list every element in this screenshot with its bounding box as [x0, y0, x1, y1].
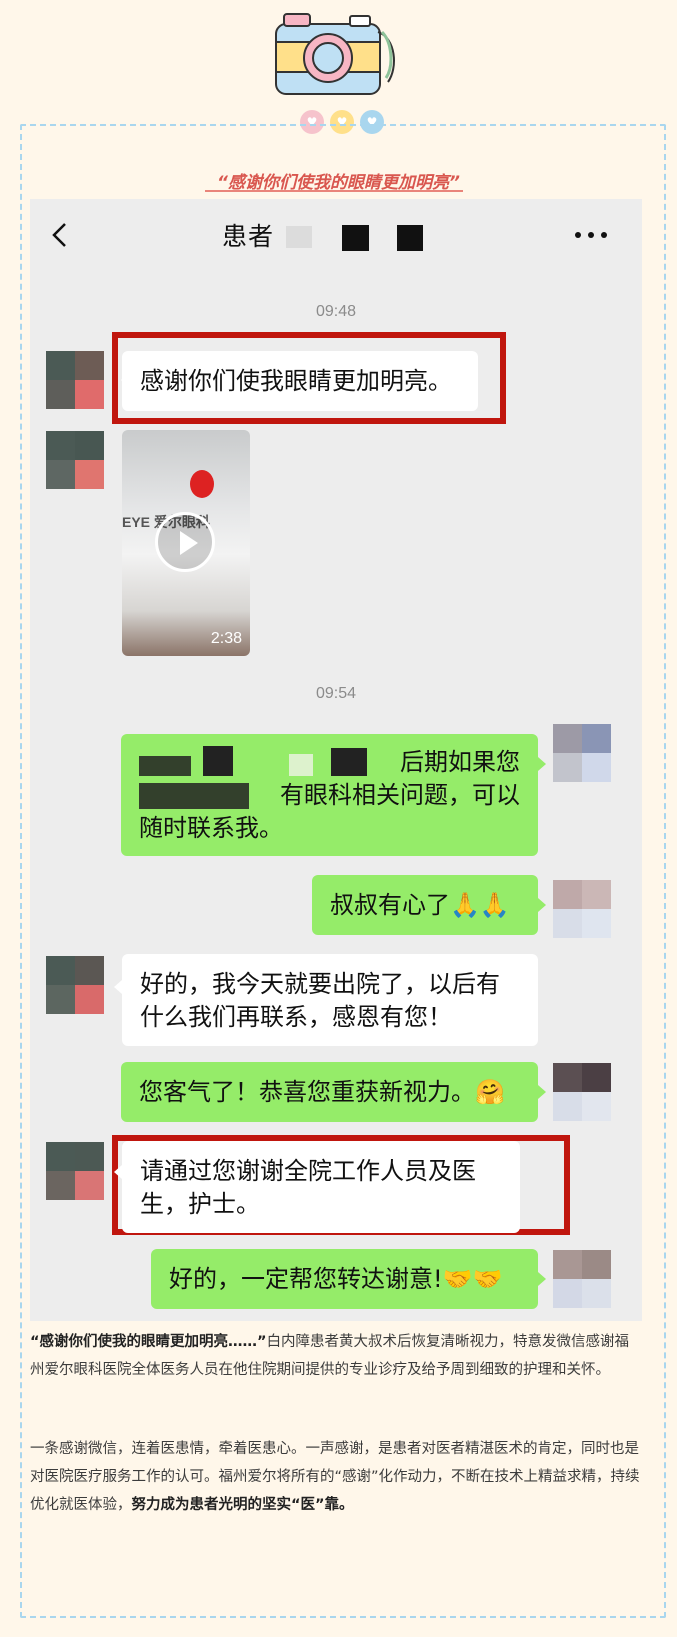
message-bubble: 好的，一定帮您转达谢意!🤝🤝: [151, 1249, 538, 1309]
message-text: 有眼科相关问题，可以: [280, 781, 520, 809]
avatar: [553, 724, 611, 782]
avatar: [553, 880, 611, 938]
article-paragraph-2: 一条感谢微信，连着医患情，牵着医患心。一声感谢，是患者对医者精湛医术的肯定，同时…: [30, 1435, 642, 1519]
chat-header: 患者: [30, 199, 642, 271]
avatar: [553, 1250, 611, 1308]
message-bubble: 请通过您谢谢全院工作人员及医生，护士。: [122, 1141, 520, 1233]
article-paragraph-1: “感谢你们使我的眼睛更加明亮……”白内障患者黄大叔术后恢复清晰视力，特意发微信感…: [30, 1328, 642, 1384]
message-bubble: 好的，我今天就要出院了，以后有什么我们再联系，感恩有您！: [122, 954, 538, 1046]
timestamp: 09:48: [315, 303, 357, 320]
redacted-name: [342, 225, 369, 251]
paragraph-bold: 努力成为患者光明的坚实“医”靠。: [131, 1497, 354, 1513]
timestamp: 09:54: [315, 685, 357, 702]
caption-underline: [205, 190, 463, 192]
redacted-name: [397, 225, 423, 251]
video-duration: 2:38: [210, 630, 242, 647]
message-text: 后期如果您: [400, 748, 520, 776]
avatar: [553, 1063, 611, 1121]
chat-screenshot: 患者 09:48 感谢你们使我眼睛更加明亮。 EYE 爱尔眼科 2:38 09:…: [30, 199, 642, 1321]
chat-title: 患者: [222, 222, 275, 251]
avatar: [46, 431, 104, 489]
avatar: [46, 956, 104, 1014]
camera-icon: [275, 13, 395, 95]
avatar: [46, 1142, 104, 1200]
message-bubble: 后期如果您 有眼科相关问题，可以 随时联系我。: [121, 734, 538, 856]
knot-decoration: [190, 470, 214, 498]
play-icon[interactable]: [155, 512, 215, 572]
message-bubble: 叔叔有心了🙏🙏: [312, 875, 538, 935]
avatar: [46, 351, 104, 409]
message-bubble: 感谢你们使我眼睛更加明亮。: [122, 351, 478, 411]
video-message[interactable]: EYE 爱尔眼科 2:38: [122, 430, 250, 656]
message-bubble: 您客气了！恭喜您重获新视力。🤗: [121, 1062, 538, 1122]
more-dots-icon[interactable]: [573, 230, 609, 240]
back-arrow-icon[interactable]: [50, 222, 70, 248]
paragraph-bold: “感谢你们使我的眼睛更加明亮……”: [30, 1334, 267, 1350]
message-text: 随时联系我。: [139, 814, 283, 842]
redacted-name: [286, 226, 312, 248]
